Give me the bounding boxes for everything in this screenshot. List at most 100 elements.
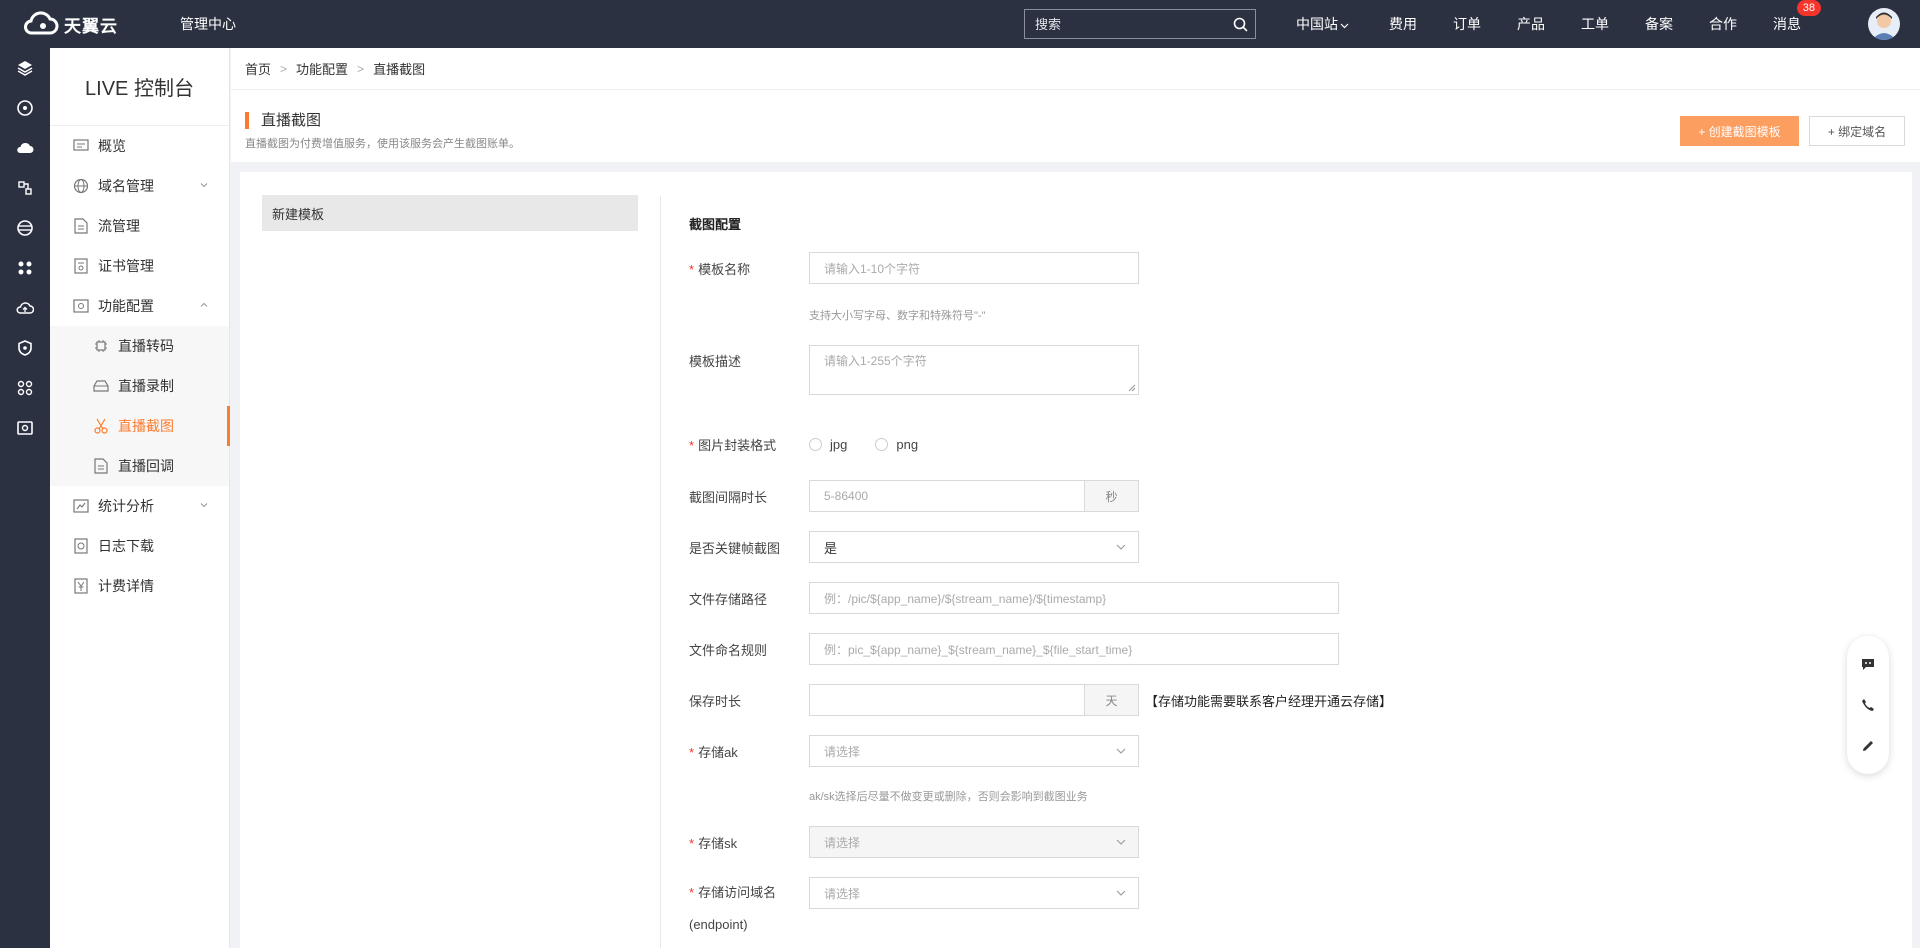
nav-tickets[interactable]: 工单 <box>1581 14 1609 34</box>
template-panel: 新建模板 截图配置 * 模板名称 请输入1-10个字符 支持大小写字母、数字和特殊… <box>240 172 1912 948</box>
brand-name: 天翼云 <box>64 16 118 36</box>
interval-unit: 秒 <box>1084 481 1138 511</box>
avatar[interactable] <box>1868 8 1900 40</box>
sidebar-item-domains[interactable]: 域名管理 <box>50 166 229 206</box>
page-header: 直播截图 直播截图为付费增值服务，使用该服务会产生截图账单。 + 创建截图模板 … <box>231 90 1920 162</box>
breadcrumb-features[interactable]: 功能配置 <box>296 59 348 78</box>
cloud-logo-icon <box>24 11 59 35</box>
sidebar-item-billing[interactable]: 计费详情 <box>50 566 229 606</box>
search-input[interactable] <box>1025 10 1225 38</box>
search-icon[interactable] <box>1225 17 1255 32</box>
sidebar-item-transcode[interactable]: 直播转码 <box>50 326 229 366</box>
naming-rule-row: 文件命名规则 例：pic_${app_name}_${stream_name}_… <box>689 633 1339 665</box>
storage-ak-select[interactable]: 请选择 <box>809 735 1139 767</box>
monitor-icon[interactable] <box>0 408 50 448</box>
chevron-down-icon <box>200 503 208 508</box>
edit-icon[interactable] <box>1859 737 1877 755</box>
certificate-icon <box>72 257 90 275</box>
interval-input[interactable]: 5-86400 秒 <box>809 480 1139 512</box>
scissors-icon <box>92 417 110 435</box>
main-content: 首页 > 功能配置 > 直播截图 直播截图 直播截图为付费增值服务，使用该服务会… <box>231 48 1920 948</box>
template-list: 新建模板 <box>262 195 638 231</box>
storage-ak-row: * 存储ak 请选择 <box>689 735 1139 767</box>
create-template-button[interactable]: + 创建截图模板 <box>1680 116 1799 146</box>
storage-icon[interactable] <box>0 208 50 248</box>
divider <box>660 196 661 948</box>
file-icon <box>72 217 90 235</box>
cloud-icon[interactable] <box>0 128 50 168</box>
nav-region[interactable]: 中国站 <box>1296 14 1349 34</box>
chevron-down-icon <box>1340 23 1349 29</box>
breadcrumb-current: 直播截图 <box>373 62 426 77</box>
nav-products[interactable]: 产品 <box>1517 14 1545 34</box>
format-radio-png[interactable]: png <box>875 437 918 452</box>
sidebar-item-logs[interactable]: 日志下载 <box>50 526 229 566</box>
globe-icon <box>72 177 90 195</box>
sidebar-item-recording[interactable]: 直播录制 <box>50 366 229 406</box>
storage-sk-row: * 存储sk 请选择 <box>689 826 1139 858</box>
list-item[interactable]: 新建模板 <box>262 195 638 231</box>
nodes-icon[interactable] <box>0 368 50 408</box>
resize-handle-icon[interactable] <box>1128 384 1136 392</box>
template-desc-textarea[interactable]: 请输入1-255个字符 <box>809 345 1139 395</box>
nav-orders[interactable]: 订单 <box>1453 14 1481 34</box>
bind-domain-button[interactable]: + 绑定域名 <box>1809 116 1905 146</box>
retention-unit: 天 <box>1084 685 1138 715</box>
sidebar-title: LIVE 控制台 <box>50 48 229 126</box>
endpoint-row: * 存储访问域名 (endpoint) 请选择 <box>689 877 1139 933</box>
yen-icon <box>72 577 90 595</box>
storage-path-input[interactable]: 例：/pic/${app_name}/${stream_name}/${time… <box>809 582 1339 614</box>
database-icon[interactable] <box>0 168 50 208</box>
retention-input[interactable]: 天 <box>809 684 1139 716</box>
cloud-upload-icon[interactable] <box>0 288 50 328</box>
naming-rule-input[interactable]: 例：pic_${app_name}_${stream_name}_${file_… <box>809 633 1339 665</box>
shield-icon[interactable] <box>0 328 50 368</box>
template-name-hint: 支持大小写字母、数字和特殊符号"-" <box>809 310 986 322</box>
settings-panel-icon <box>72 297 90 315</box>
template-name-row: * 模板名称 请输入1-10个字符 <box>689 252 1139 284</box>
storage-path-row: 文件存储路径 例：/pic/${app_name}/${stream_name}… <box>689 582 1339 614</box>
chevron-down-icon <box>1116 839 1126 845</box>
network-icon[interactable] <box>0 88 50 128</box>
chip-icon <box>92 337 110 355</box>
top-nav: 中国站 费用 订单 产品 工单 备案 合作 消息 38 <box>1280 0 1821 48</box>
breadcrumb-home[interactable]: 首页 <box>245 59 271 78</box>
page-title: 直播截图 <box>245 112 321 129</box>
floating-help-bar <box>1847 636 1889 774</box>
sidebar-item-callback[interactable]: 直播回调 <box>50 446 229 486</box>
chevron-down-icon <box>1116 748 1126 754</box>
sidebar-item-statistics[interactable]: 统计分析 <box>50 486 229 526</box>
top-search <box>1024 9 1256 39</box>
sidebar-item-screenshot[interactable]: 直播截图 <box>50 406 230 446</box>
console-title[interactable]: 管理中心 <box>180 14 236 34</box>
format-radio-jpg[interactable]: jpg <box>809 437 847 452</box>
chevron-down-icon <box>1116 544 1126 550</box>
nav-billing[interactable]: 费用 <box>1389 14 1417 34</box>
sidebar-item-streams[interactable]: 流管理 <box>50 206 229 246</box>
nav-filing[interactable]: 备案 <box>1645 14 1673 34</box>
chevron-right-icon: > <box>357 61 365 76</box>
endpoint-select[interactable]: 请选择 <box>809 877 1139 909</box>
phone-icon[interactable] <box>1859 696 1877 714</box>
dashboard-icon <box>72 137 90 155</box>
storage-sk-select[interactable]: 请选择 <box>809 826 1139 858</box>
sidebar-item-overview[interactable]: 概览 <box>50 126 229 166</box>
nav-messages[interactable]: 消息 38 <box>1773 0 1821 34</box>
sidebar: LIVE 控制台 概览 域名管理 流管理 证书管理 功能配置 直播转码 直播录制… <box>50 48 230 948</box>
brand-logo[interactable]: 天翼云 <box>22 11 142 37</box>
features-submenu: 直播转码 直播录制 直播截图 直播回调 <box>50 326 230 486</box>
image-format-row: * 图片封装格式 jpg png <box>689 436 919 453</box>
keyframe-select[interactable]: 是 <box>809 531 1139 563</box>
retention-row: 保存时长 天 【存储功能需要联系客户经理开通云存储】 <box>689 684 1392 716</box>
template-name-input[interactable]: 请输入1-10个字符 <box>809 252 1139 284</box>
layers-icon[interactable] <box>0 48 50 88</box>
chevron-up-icon <box>200 302 208 307</box>
product-icon-rail <box>0 48 50 948</box>
page-subtitle: 直播截图为付费增值服务，使用该服务会产生截图账单。 <box>245 138 520 150</box>
chat-icon[interactable] <box>1859 655 1877 673</box>
chevron-down-icon <box>200 183 208 188</box>
sidebar-item-certificates[interactable]: 证书管理 <box>50 246 229 286</box>
nav-cooperation[interactable]: 合作 <box>1709 14 1737 34</box>
sidebar-item-features[interactable]: 功能配置 <box>50 286 229 326</box>
cluster-icon[interactable] <box>0 248 50 288</box>
